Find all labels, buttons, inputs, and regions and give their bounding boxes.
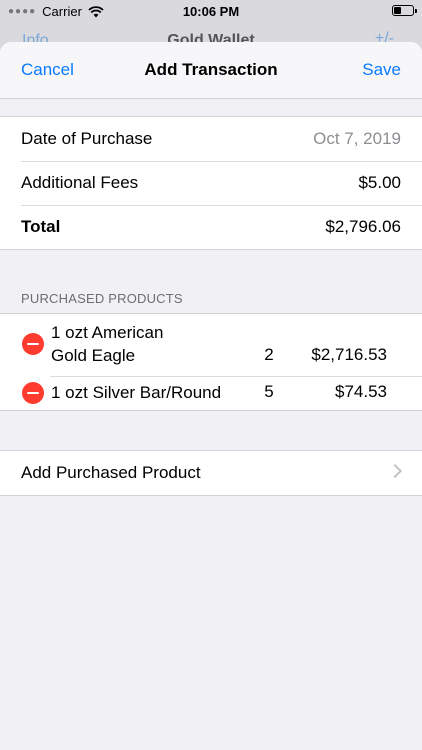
chevron-right-icon — [387, 463, 403, 479]
add-product-label: Add Purchased Product — [21, 463, 201, 482]
clock: 10:06 PM — [182, 4, 240, 19]
date-value[interactable]: Oct 7, 2019 — [313, 129, 401, 149]
details-group: Date of Purchase Oct 7, 2019 Additional … — [0, 116, 422, 250]
date-label: Date of Purchase — [21, 129, 153, 148]
battery-icon — [392, 5, 417, 16]
add-transaction-sheet: Cancel Add Transaction Save Date of Purc… — [0, 42, 422, 750]
add-product-group: Add Purchased Product — [0, 450, 422, 496]
product-name-line2: Gold Eagle — [51, 346, 136, 365]
fees-label: Additional Fees — [21, 173, 139, 192]
total-value: $2,796.06 — [325, 217, 401, 236]
product-row[interactable]: 1 ozt American Gold Eagle 2 $2,716.53 — [0, 314, 422, 376]
save-button[interactable]: Save — [362, 60, 401, 80]
product-quantity: 5 — [264, 382, 274, 401]
fees-row[interactable]: Additional Fees $5.00 — [0, 161, 422, 205]
product-quantity: 2 — [264, 345, 274, 364]
page-title: Add Transaction — [144, 60, 278, 79]
sheet-navbar: Cancel Add Transaction Save — [0, 42, 422, 99]
product-name-line1: 1 ozt American — [51, 323, 164, 342]
product-name-line1: 1 ozt Silver Bar/Round — [51, 383, 222, 402]
total-label: Total — [21, 217, 61, 236]
delete-icon[interactable] — [22, 333, 44, 355]
fees-value[interactable]: $5.00 — [358, 173, 401, 193]
add-purchased-product-row[interactable]: Add Purchased Product — [0, 451, 422, 495]
products-group: 1 ozt American Gold Eagle 2 $2,716.53 1 … — [0, 313, 422, 411]
product-row[interactable]: 1 ozt Silver Bar/Round 5 $74.53 — [0, 376, 422, 410]
date-row[interactable]: Date of Purchase Oct 7, 2019 — [0, 117, 422, 161]
battery-group — [392, 5, 417, 16]
product-price: $2,716.53 — [311, 345, 387, 364]
total-row: Total $2,796.06 — [0, 205, 422, 249]
status-bar: ●●●● Carrier 10:06 PM — [0, 0, 422, 24]
product-price: $74.53 — [335, 382, 387, 401]
section-header-products: PURCHASED PRODUCTS — [21, 291, 183, 306]
delete-icon[interactable] — [22, 382, 44, 404]
